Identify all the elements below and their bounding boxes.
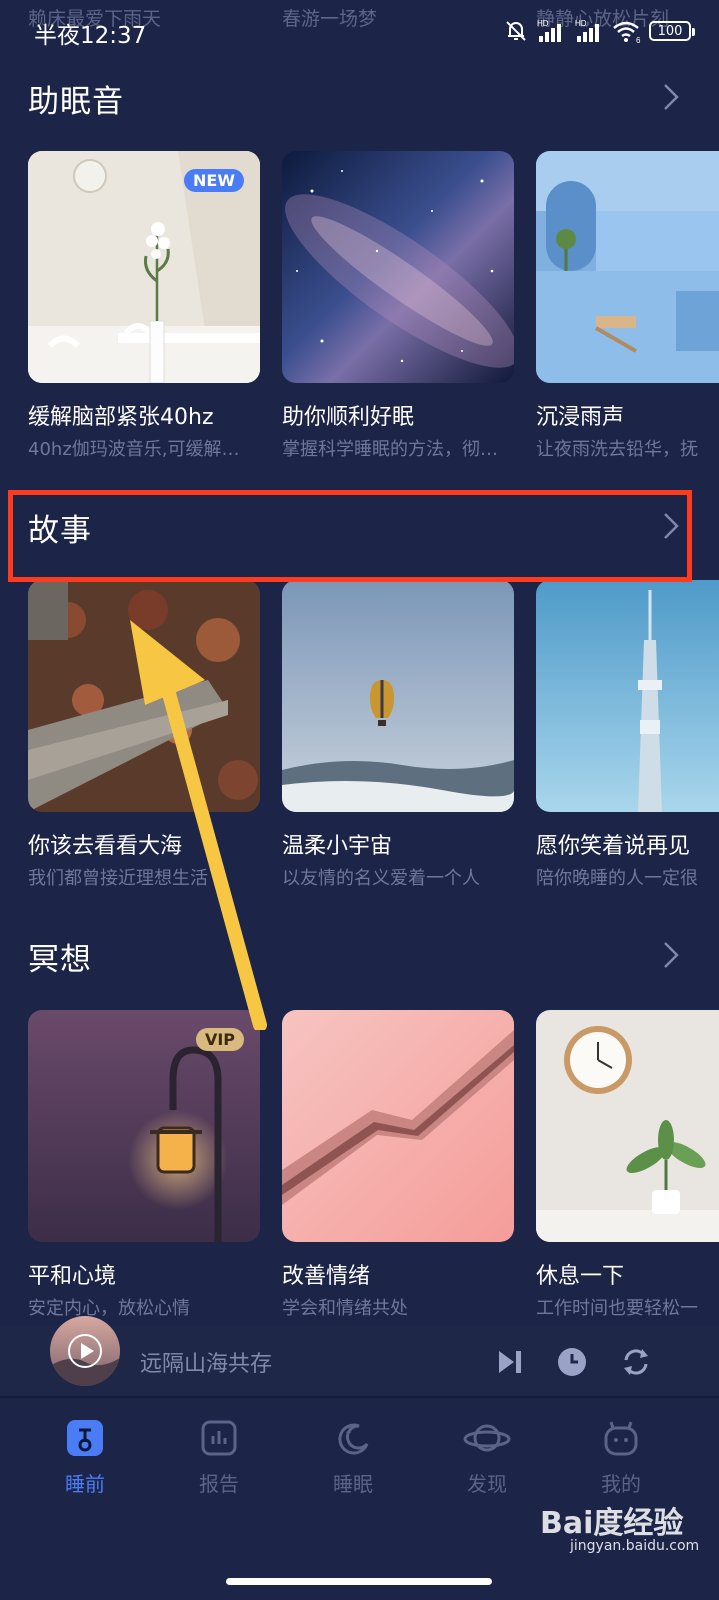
tab-label: 发现	[467, 1472, 507, 1496]
card-subtitle: 陪你晚睡的人一定很	[536, 868, 698, 889]
card-title: 缓解脑部紧张40hz	[28, 405, 214, 430]
music-note-icon	[67, 1420, 103, 1456]
card-subtitle: 安定内心，放松心情	[28, 1298, 190, 1319]
card-image-rain[interactable]	[536, 151, 719, 383]
card-image-relax-40hz[interactable]: NEW	[28, 151, 260, 383]
card-title: 平和心境	[28, 1264, 117, 1289]
card-image-universe[interactable]	[282, 580, 514, 812]
status-icons: HD HD 6 100	[503, 18, 695, 44]
album-cover[interactable]	[50, 1316, 120, 1386]
signal-icon: HD	[575, 19, 599, 42]
mini-player[interactable]: 远隔山海共存	[0, 1316, 719, 1396]
clock-plant-image	[536, 1010, 719, 1242]
bell-muted-icon	[506, 21, 526, 41]
card-subtitle: 掌握科学睡眠的方法，彻…	[282, 439, 498, 460]
tab-report[interactable]: 报告	[164, 1418, 274, 1497]
card-image-good-sleep[interactable]	[282, 151, 514, 383]
tab-label: 睡前	[65, 1472, 105, 1496]
card-title: 沉浸雨声	[536, 405, 625, 430]
galaxy-image	[282, 151, 514, 383]
watermark-brand: Bai度经验	[540, 1506, 684, 1541]
section-title-meditation: 冥想	[28, 942, 92, 978]
battery-icon: 100	[649, 21, 695, 41]
card-subtitle: 学会和情绪共处	[282, 1298, 408, 1319]
wifi-icon: 6	[613, 21, 641, 44]
escalator-image	[282, 1010, 514, 1242]
player-track-title: 远隔山海共存	[140, 1352, 273, 1377]
signal-icon: HD	[537, 19, 561, 42]
card-subtitle: 40hz伽玛波音乐,可缓解…	[28, 439, 240, 460]
tower-image	[536, 580, 719, 812]
timer-icon[interactable]	[556, 1346, 588, 1378]
play-icon[interactable]	[50, 1316, 120, 1386]
highlight-annotation-box	[8, 490, 692, 582]
watermark-url: jingyan.baidu.com	[570, 1538, 700, 1554]
hd-label: HD	[575, 19, 587, 28]
chevron-right-icon[interactable]	[662, 940, 680, 970]
status-bar: 半夜12:37 HD HD 6 100	[0, 0, 719, 60]
repeat-icon[interactable]	[620, 1346, 652, 1378]
blue-stairs-image	[536, 151, 719, 383]
card-subtitle: 让夜雨洗去铅华，抚	[536, 439, 698, 460]
new-badge: NEW	[184, 169, 244, 192]
moon-icon: z	[338, 1423, 369, 1455]
tab-mine[interactable]: 我的	[566, 1418, 676, 1497]
svg-text:z: z	[346, 1425, 351, 1436]
card-subtitle: 工作时间也要轻松一	[536, 1298, 698, 1319]
card-title: 休息一下	[536, 1264, 625, 1289]
chevron-right-icon[interactable]	[662, 82, 680, 112]
card-title: 助你顺利好眠	[282, 405, 415, 430]
hd-label: HD	[537, 19, 549, 28]
section-title-sleep-sounds: 助眠音	[28, 84, 124, 120]
tab-sleep-before[interactable]: 睡前	[30, 1418, 140, 1497]
home-indicator[interactable]	[226, 1578, 492, 1585]
card-title: 温柔小宇宙	[282, 834, 393, 859]
card-image-goodbye[interactable]	[536, 580, 719, 812]
chart-icon	[201, 1420, 237, 1456]
balloon-image	[282, 580, 514, 812]
tab-label: 我的	[601, 1472, 641, 1496]
wifi-badge: 6	[636, 36, 641, 44]
tab-discover[interactable]: 发现	[432, 1418, 542, 1497]
status-time: 半夜12:37	[34, 23, 147, 49]
card-image-calm-mind[interactable]: VIP	[28, 1010, 260, 1242]
skip-next-icon[interactable]	[496, 1348, 524, 1376]
annotation-arrow	[130, 620, 267, 1030]
card-subtitle: 以友情的名义爱着一个人	[282, 868, 480, 889]
card-title: 愿你笑着说再见	[536, 834, 691, 859]
card-title: 改善情绪	[282, 1264, 371, 1289]
card-image-mood[interactable]	[282, 1010, 514, 1242]
tab-label: 报告	[199, 1472, 239, 1496]
profile-icon	[604, 1421, 638, 1456]
planet-icon	[463, 1424, 511, 1452]
vip-badge: VIP	[195, 1028, 244, 1051]
tab-sleep[interactable]: z 睡眠	[298, 1418, 408, 1497]
card-image-rest[interactable]	[536, 1010, 719, 1242]
tab-label: 睡眠	[333, 1472, 373, 1496]
